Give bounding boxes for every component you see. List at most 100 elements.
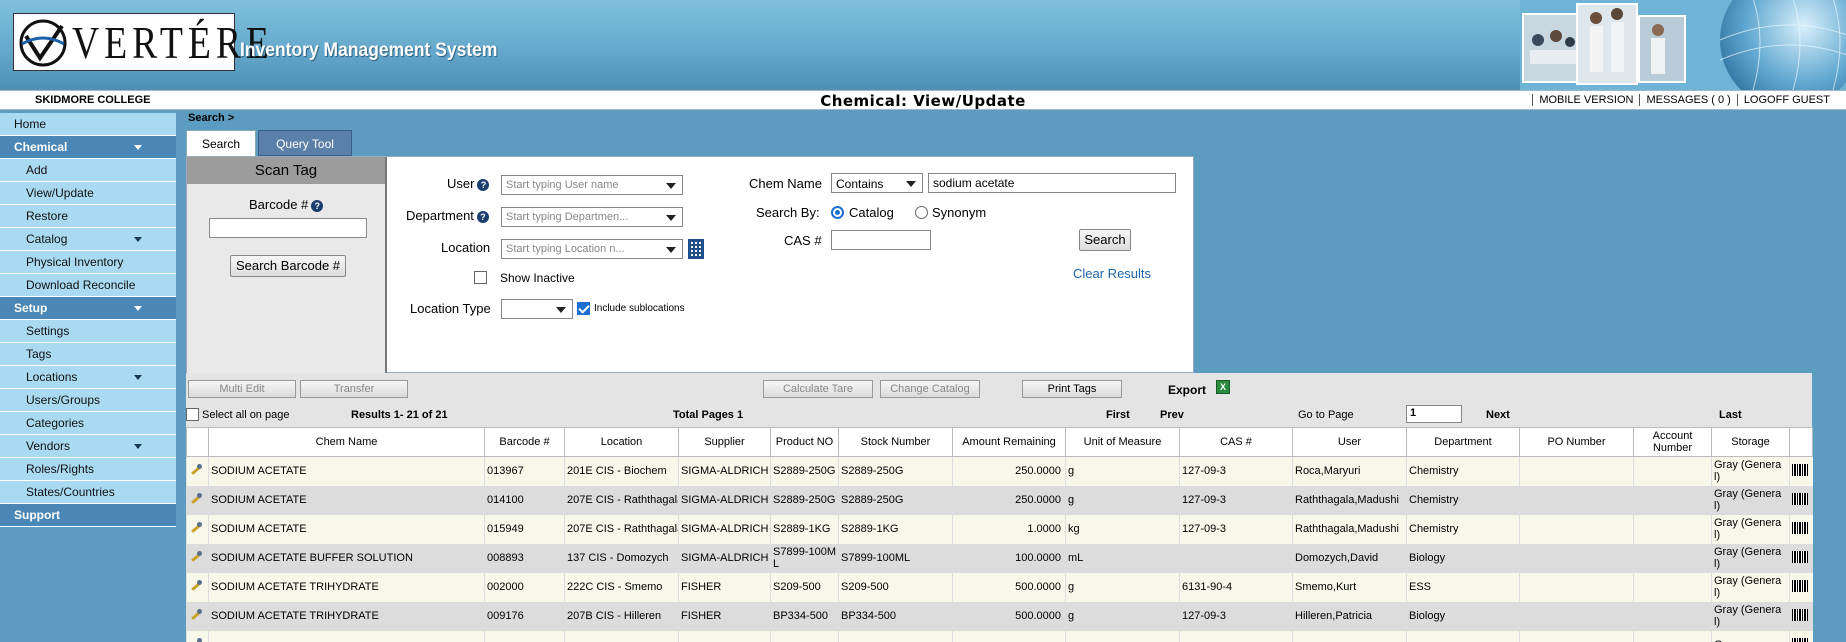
- search-by-synonym-radio[interactable]: [915, 206, 928, 219]
- transfer-button[interactable]: Transfer: [300, 380, 408, 398]
- sidebar-item-add[interactable]: Add: [0, 159, 176, 182]
- show-inactive-checkbox[interactable]: [474, 271, 487, 284]
- sidebar-item-locations[interactable]: Locations: [0, 366, 176, 389]
- search-barcode-button[interactable]: Search Barcode #: [230, 255, 346, 277]
- sidebar-item-users-groups[interactable]: Users/Groups: [0, 389, 176, 412]
- tab-search[interactable]: Search: [186, 130, 256, 156]
- department-combobox[interactable]: Start typing Departmen...: [501, 207, 683, 227]
- edit-icon[interactable]: [189, 637, 203, 642]
- column-header[interactable]: Location: [564, 427, 679, 457]
- sidebar-item-states-countries[interactable]: States/Countries: [0, 481, 176, 504]
- chevron-down-icon: [134, 375, 142, 380]
- select-all-checkbox[interactable]: [186, 408, 199, 421]
- messages-link[interactable]: MESSAGES ( 0 ): [1639, 94, 1736, 106]
- tab-query-tool[interactable]: Query Tool: [258, 130, 352, 156]
- next-page-link[interactable]: Next: [1486, 409, 1510, 421]
- edit-icon[interactable]: [189, 608, 203, 622]
- table-cell: S7899-100ML: [770, 543, 839, 573]
- barcode-icon[interactable]: [1792, 608, 1808, 621]
- help-icon[interactable]: ?: [476, 210, 489, 223]
- barcode-icon[interactable]: [1792, 550, 1808, 563]
- location-picker-icon[interactable]: [688, 239, 704, 259]
- column-header[interactable]: User: [1292, 427, 1407, 457]
- cas-input[interactable]: [831, 230, 931, 250]
- location-type-select[interactable]: [501, 299, 573, 319]
- sidebar-item-catalog[interactable]: Catalog: [0, 228, 176, 251]
- column-header[interactable]: Unit of Measure: [1065, 427, 1180, 457]
- table-cell: [1519, 514, 1634, 544]
- edit-icon[interactable]: [189, 492, 203, 506]
- sidebar-item-restore[interactable]: Restore: [0, 205, 176, 228]
- table-cell: [770, 630, 839, 642]
- edit-icon[interactable]: [189, 579, 203, 593]
- column-header[interactable]: Account Number: [1633, 427, 1712, 457]
- location-placeholder: Start typing Location n...: [506, 243, 625, 255]
- search-button[interactable]: Search: [1079, 229, 1131, 251]
- column-header[interactable]: Chem Name: [208, 427, 485, 457]
- sidebar-item-roles-rights[interactable]: Roles/Rights: [0, 458, 176, 481]
- column-header[interactable]: Storage: [1711, 427, 1790, 457]
- edit-icon[interactable]: [189, 550, 203, 564]
- sidebar-item-view-update[interactable]: View/Update: [0, 182, 176, 205]
- barcode-input[interactable]: [209, 218, 367, 238]
- multi-edit-button[interactable]: Multi Edit: [188, 380, 296, 398]
- column-header[interactable]: Barcode #: [484, 427, 565, 457]
- department-placeholder: Start typing Departmen...: [506, 211, 629, 223]
- column-header[interactable]: Supplier: [678, 427, 771, 457]
- mobile-version-link[interactable]: MOBILE VERSION: [1532, 94, 1639, 106]
- include-sublocations-checkbox[interactable]: [577, 302, 590, 315]
- sidebar-item-physical-inventory[interactable]: Physical Inventory: [0, 251, 176, 274]
- column-header[interactable]: PO Number: [1519, 427, 1634, 457]
- logoff-link[interactable]: LOGOFF GUEST: [1736, 94, 1836, 106]
- edit-icon[interactable]: [189, 521, 203, 535]
- barcode-icon[interactable]: [1792, 521, 1808, 534]
- help-icon[interactable]: ?: [477, 178, 490, 191]
- user-combobox[interactable]: Start typing User name: [501, 175, 683, 195]
- sidebar-section-chemical[interactable]: Chemical: [0, 136, 176, 159]
- sidebar-item-tags[interactable]: Tags: [0, 343, 176, 366]
- sidebar-item-vendors[interactable]: Vendors: [0, 435, 176, 458]
- chem-name-match-select[interactable]: Contains: [831, 173, 923, 193]
- barcode-icon[interactable]: [1792, 463, 1808, 476]
- table-cell: 137 CIS - Domozych: [564, 543, 679, 573]
- sidebar-section-support[interactable]: Support: [0, 504, 176, 527]
- clear-results-link[interactable]: Clear Results: [1073, 266, 1151, 281]
- column-header[interactable]: Department: [1406, 427, 1520, 457]
- calculate-tare-button[interactable]: Calculate Tare: [763, 380, 873, 398]
- first-page-link[interactable]: First: [1106, 409, 1130, 421]
- column-header[interactable]: CAS #: [1179, 427, 1293, 457]
- last-page-link[interactable]: Last: [1719, 409, 1742, 421]
- table-cell: [564, 630, 679, 642]
- dropdown-arrow-icon: [666, 215, 676, 221]
- table-cell: 207E CIS - Raththagala: [564, 485, 679, 515]
- prev-page-link[interactable]: Prev: [1160, 409, 1184, 421]
- export-label[interactable]: Export: [1168, 383, 1206, 397]
- column-header[interactable]: Product NO: [770, 427, 839, 457]
- barcode-icon[interactable]: [1792, 637, 1808, 642]
- help-icon[interactable]: ?: [311, 199, 324, 212]
- sidebar-item-download-reconcile[interactable]: Download Reconcile: [0, 274, 176, 297]
- change-catalog-button[interactable]: Change Catalog: [880, 380, 980, 398]
- sidebar-item-label: Locations: [26, 370, 78, 384]
- column-header[interactable]: Stock Number: [838, 427, 953, 457]
- location-combobox[interactable]: Start typing Location n...: [501, 239, 683, 259]
- sidebar-item-categories[interactable]: Categories: [0, 412, 176, 435]
- print-tags-button[interactable]: Print Tags: [1022, 380, 1122, 398]
- table-cell: Gray: [1711, 630, 1790, 642]
- edit-icon[interactable]: [189, 463, 203, 477]
- sidebar-item-home[interactable]: Home: [0, 113, 176, 136]
- table-cell: S2889-250G: [770, 456, 839, 486]
- table-cell: SIGMA-ALDRICH: [678, 514, 771, 544]
- search-by-catalog-radio[interactable]: [831, 206, 844, 219]
- sidebar-section-setup[interactable]: Setup: [0, 297, 176, 320]
- sidebar-item-settings[interactable]: Settings: [0, 320, 176, 343]
- column-header[interactable]: Amount Remaining: [952, 427, 1066, 457]
- chem-name-input[interactable]: sodium acetate: [928, 173, 1176, 193]
- breadcrumb[interactable]: Search >: [188, 112, 234, 124]
- include-sublocations-label: Include sublocations: [594, 303, 685, 314]
- table-cell: [1519, 543, 1634, 573]
- excel-export-icon[interactable]: X: [1216, 380, 1230, 394]
- page-number-input[interactable]: 1: [1406, 405, 1462, 423]
- barcode-icon[interactable]: [1792, 492, 1808, 505]
- barcode-icon[interactable]: [1792, 579, 1808, 592]
